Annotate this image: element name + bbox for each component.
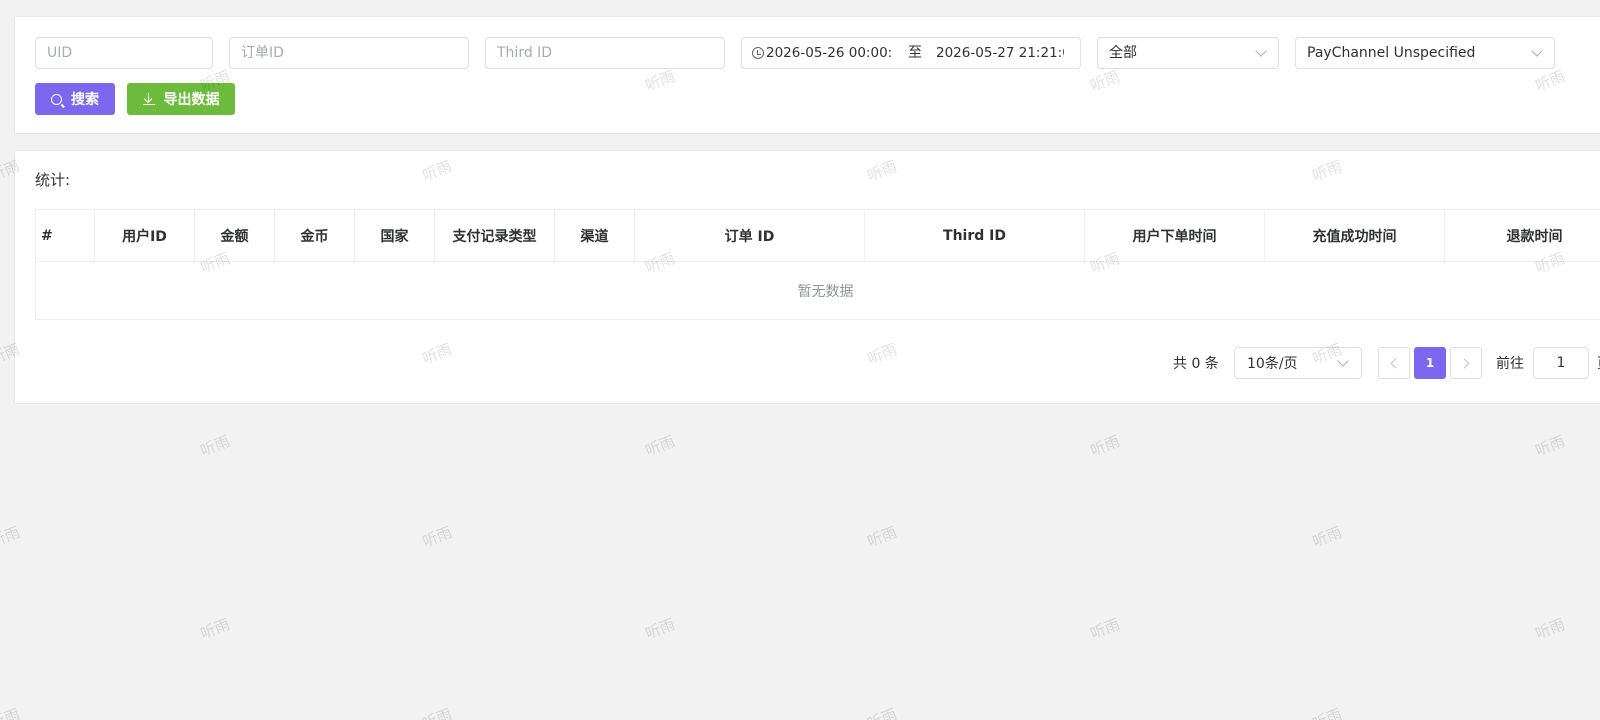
watermark-text: 听雨 xyxy=(1532,431,1568,460)
watermark-text: 听雨 xyxy=(642,614,678,643)
status-select[interactable]: 全部 xyxy=(1097,37,1279,69)
export-button-label: 导出数据 xyxy=(163,91,220,107)
column-header[interactable]: 退款时间 xyxy=(1445,210,1600,261)
column-header[interactable]: 充值成功时间 xyxy=(1265,210,1445,261)
watermark-text: 听雨 xyxy=(0,704,23,720)
download-icon xyxy=(142,93,155,105)
watermark-text: 听雨 xyxy=(1532,614,1568,643)
watermark-text: 听雨 xyxy=(0,522,23,551)
date-separator: 至 xyxy=(908,45,922,61)
date-start[interactable]: 2026-05-26 00:00:00 xyxy=(766,38,892,68)
search-button-label: 搜索 xyxy=(71,91,99,107)
pay-channel-select-value: PayChannel Unspecified xyxy=(1307,45,1476,61)
order-id-input[interactable] xyxy=(229,37,469,69)
page-size-select[interactable]: 10条/页 xyxy=(1234,347,1362,379)
payments-table: # 用户ID 金额 金币 国家 支付记录类型 渠道 订单 ID Third ID… xyxy=(35,209,1600,320)
total-count: 共 0 条 xyxy=(1173,356,1219,372)
watermark-text: 听雨 xyxy=(197,614,233,643)
column-header[interactable]: 支付记录类型 xyxy=(435,210,555,261)
table-header: # 用户ID 金额 金币 国家 支付记录类型 渠道 订单 ID Third ID… xyxy=(36,210,1600,262)
watermark-text: 听雨 xyxy=(419,522,455,551)
chevron-left-icon xyxy=(1390,358,1401,368)
chevron-down-icon xyxy=(1337,355,1349,367)
goto-page-input[interactable]: 1 xyxy=(1533,347,1589,379)
chevron-down-icon xyxy=(1255,45,1267,57)
uid-input[interactable] xyxy=(35,37,213,69)
empty-state: 暂无数据 xyxy=(36,262,1600,320)
watermark-text: 听雨 xyxy=(864,522,900,551)
stats-label: 统计: xyxy=(35,171,71,189)
column-header[interactable]: Third ID xyxy=(865,210,1085,261)
watermark-text: 听雨 xyxy=(197,431,233,460)
third-id-field[interactable] xyxy=(497,45,713,61)
column-header[interactable]: 订单 ID xyxy=(635,210,865,261)
column-header[interactable]: 金币 xyxy=(275,210,355,261)
watermark-text: 听雨 xyxy=(1309,704,1345,720)
chevron-right-icon xyxy=(1459,358,1470,368)
order-id-field[interactable] xyxy=(241,45,457,61)
watermark-text: 听雨 xyxy=(1309,522,1345,551)
uid-field[interactable] xyxy=(47,45,201,61)
page-number-current[interactable]: 1 xyxy=(1414,347,1446,379)
clock-icon xyxy=(752,47,764,59)
column-header[interactable]: 金额 xyxy=(195,210,275,261)
page-size-value: 10条/页 xyxy=(1247,356,1298,372)
column-header[interactable]: 用户ID xyxy=(95,210,195,261)
watermark-text: 听雨 xyxy=(419,704,455,720)
filter-panel: 2026-05-26 00:00:00 至 2026-05-27 21:21:0… xyxy=(14,16,1600,134)
third-id-input[interactable] xyxy=(485,37,725,69)
date-range-picker[interactable]: 2026-05-26 00:00:00 至 2026-05-27 21:21:0… xyxy=(741,37,1081,69)
watermark-text: 听雨 xyxy=(642,431,678,460)
chevron-down-icon xyxy=(1531,45,1543,57)
column-header[interactable]: 国家 xyxy=(355,210,435,261)
next-page-button[interactable] xyxy=(1450,347,1482,379)
column-header[interactable]: 渠道 xyxy=(555,210,635,261)
results-panel: 统计: # 用户ID 金额 金币 国家 支付记录类型 渠道 订单 ID Thir… xyxy=(14,150,1600,404)
export-button[interactable]: 导出数据 xyxy=(127,83,235,115)
watermark-text: 听雨 xyxy=(864,704,900,720)
status-select-value: 全部 xyxy=(1109,45,1137,61)
search-icon xyxy=(51,93,62,105)
search-button[interactable]: 搜索 xyxy=(35,83,115,115)
pay-channel-select[interactable]: PayChannel Unspecified xyxy=(1295,37,1555,69)
goto-label: 前往 xyxy=(1496,356,1524,372)
prev-page-button[interactable] xyxy=(1378,347,1410,379)
watermark-text: 听雨 xyxy=(1087,431,1123,460)
column-header[interactable]: 用户下单时间 xyxy=(1085,210,1265,261)
date-end[interactable]: 2026-05-27 21:21:00 xyxy=(936,38,1064,68)
watermark-text: 听雨 xyxy=(1087,614,1123,643)
column-header[interactable]: # xyxy=(36,210,95,261)
pagination: 共 0 条 10条/页 1 前往 1 页 xyxy=(15,347,1600,379)
